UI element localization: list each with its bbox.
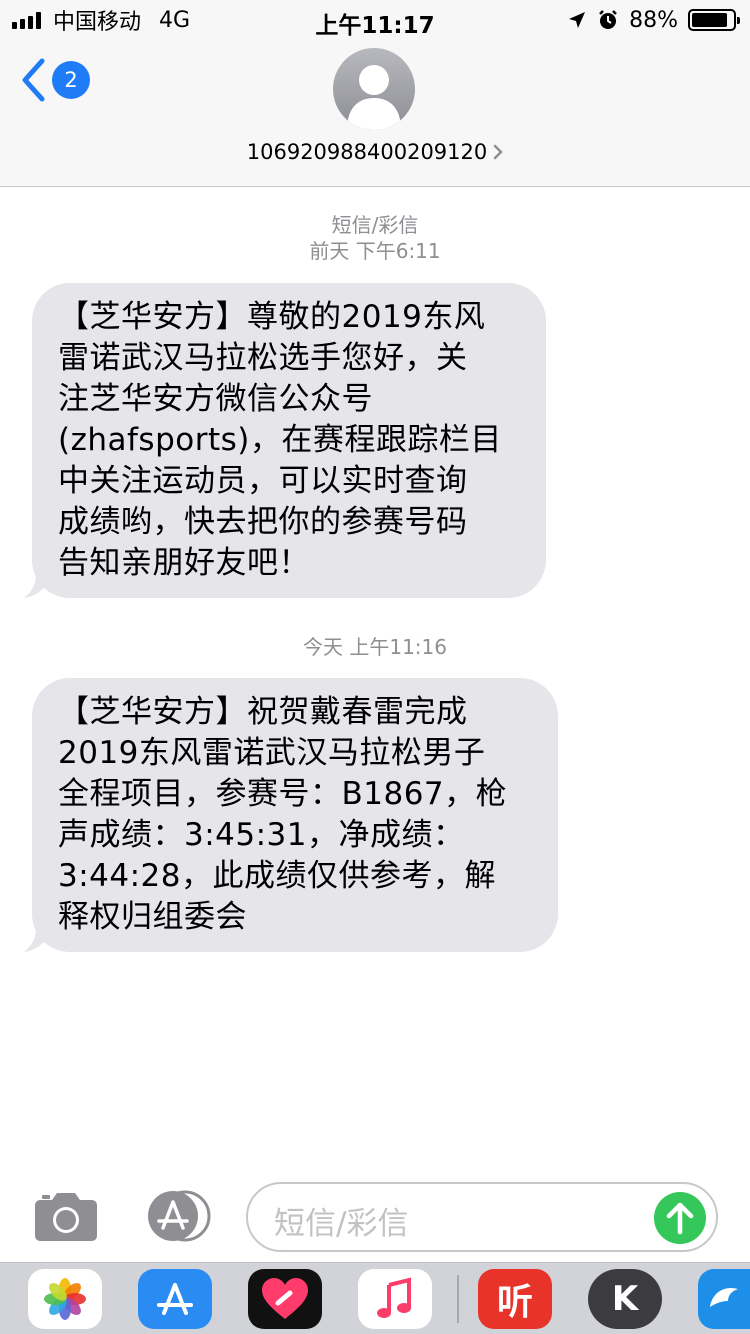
status-bar-right: 88% (567, 6, 740, 34)
battery-percent: 88% (629, 7, 678, 33)
contact-avatar-icon[interactable] (333, 48, 415, 130)
message-text-field[interactable]: 短信/彩信 (246, 1182, 718, 1252)
location-arrow-icon (569, 12, 586, 28)
service-label: 短信/彩信 (331, 213, 419, 237)
bubble-tail (24, 928, 54, 952)
contact-info-link[interactable]: 106920988400209120 (0, 140, 750, 164)
message-meta-2: 今天 上午11:16 (0, 634, 750, 660)
message-input-bar: 短信/彩信 (0, 1170, 750, 1262)
app-store-icon[interactable] (141, 1190, 211, 1242)
timestamp: 今天 上午11:16 (303, 635, 447, 659)
chevron-left-icon (22, 58, 45, 102)
message-line: 声成绩：3:45:31，净成绩： (58, 817, 465, 853)
conversation-header: 2 106920988400209120 (0, 40, 750, 187)
contact-number: 106920988400209120 (246, 140, 488, 164)
camera-icon[interactable] (34, 1190, 98, 1242)
music-app-icon[interactable] (358, 1269, 432, 1329)
send-arrow-icon (666, 1202, 694, 1235)
heart-icon (262, 1278, 308, 1319)
message-meta-1: 短信/彩信 前天 下午6:11 (0, 212, 750, 264)
message-line: (zhafsports)，在赛程跟踪栏目 (58, 422, 502, 458)
dolphin-icon (710, 1287, 738, 1307)
message-line: 告知亲朋好友吧！ (58, 545, 310, 581)
listen-app-icon[interactable]: 听 (478, 1269, 552, 1329)
alarm-clock-icon (599, 10, 617, 29)
heart-app-icon[interactable] (248, 1269, 322, 1329)
message-line: 注芝华安方微信公众号 (58, 381, 373, 417)
app-store-app-icon[interactable] (138, 1269, 212, 1329)
unread-count-badge: 2 (52, 61, 90, 99)
music-note-icon (377, 1277, 411, 1318)
message-line: 成绩哟，快去把你的参赛号码 (58, 504, 468, 540)
k-app-icon[interactable]: K (588, 1269, 662, 1329)
battery-fill (692, 13, 728, 27)
app-store-glyph-icon (157, 1283, 193, 1315)
input-placeholder: 短信/彩信 (274, 1206, 409, 1242)
message-line: 中关注运动员，可以实时查询 (58, 463, 468, 499)
incoming-message-bubble[interactable]: 【芝华安方】祝贺戴春雷完成 2019东风雷诺武汉马拉松男子 全程项目，参赛号：B… (24, 678, 558, 952)
send-button[interactable] (654, 1192, 706, 1244)
photos-flower-icon (44, 1278, 86, 1320)
status-bar: 中国移动 4G 上午11:17 88% (0, 0, 750, 40)
person-silhouette-icon (347, 65, 401, 130)
incoming-message-bubble[interactable]: 【芝华安方】尊敬的2019东风 雷诺武汉马拉松选手您好，关 注芝华安方微信公众号… (24, 283, 546, 598)
imessage-app-drawer: 听 K (0, 1262, 750, 1334)
message-line: 释权归组委会 (58, 899, 247, 935)
message-line: 【芝华安方】尊敬的2019东风 (58, 299, 486, 335)
photos-app-icon[interactable] (28, 1269, 102, 1329)
timestamp: 前天 下午6:11 (309, 239, 441, 263)
chevron-right-icon (494, 144, 504, 160)
dolphin-app-icon[interactable] (698, 1269, 750, 1329)
message-line: 【芝华安方】祝贺戴春雷完成 (58, 694, 468, 730)
message-line: 全程项目，参赛号：B1867，枪 (58, 776, 508, 812)
message-line: 3:44:28，此成绩仅供参考，解 (58, 858, 497, 894)
battery-icon (688, 9, 740, 31)
message-line: 2019东风雷诺武汉马拉松男子 (58, 735, 486, 771)
back-button[interactable]: 2 (20, 58, 90, 102)
drawer-divider (457, 1275, 459, 1323)
bubble-tail (24, 574, 54, 598)
message-line: 雷诺武汉马拉松选手您好，关 (58, 340, 468, 376)
